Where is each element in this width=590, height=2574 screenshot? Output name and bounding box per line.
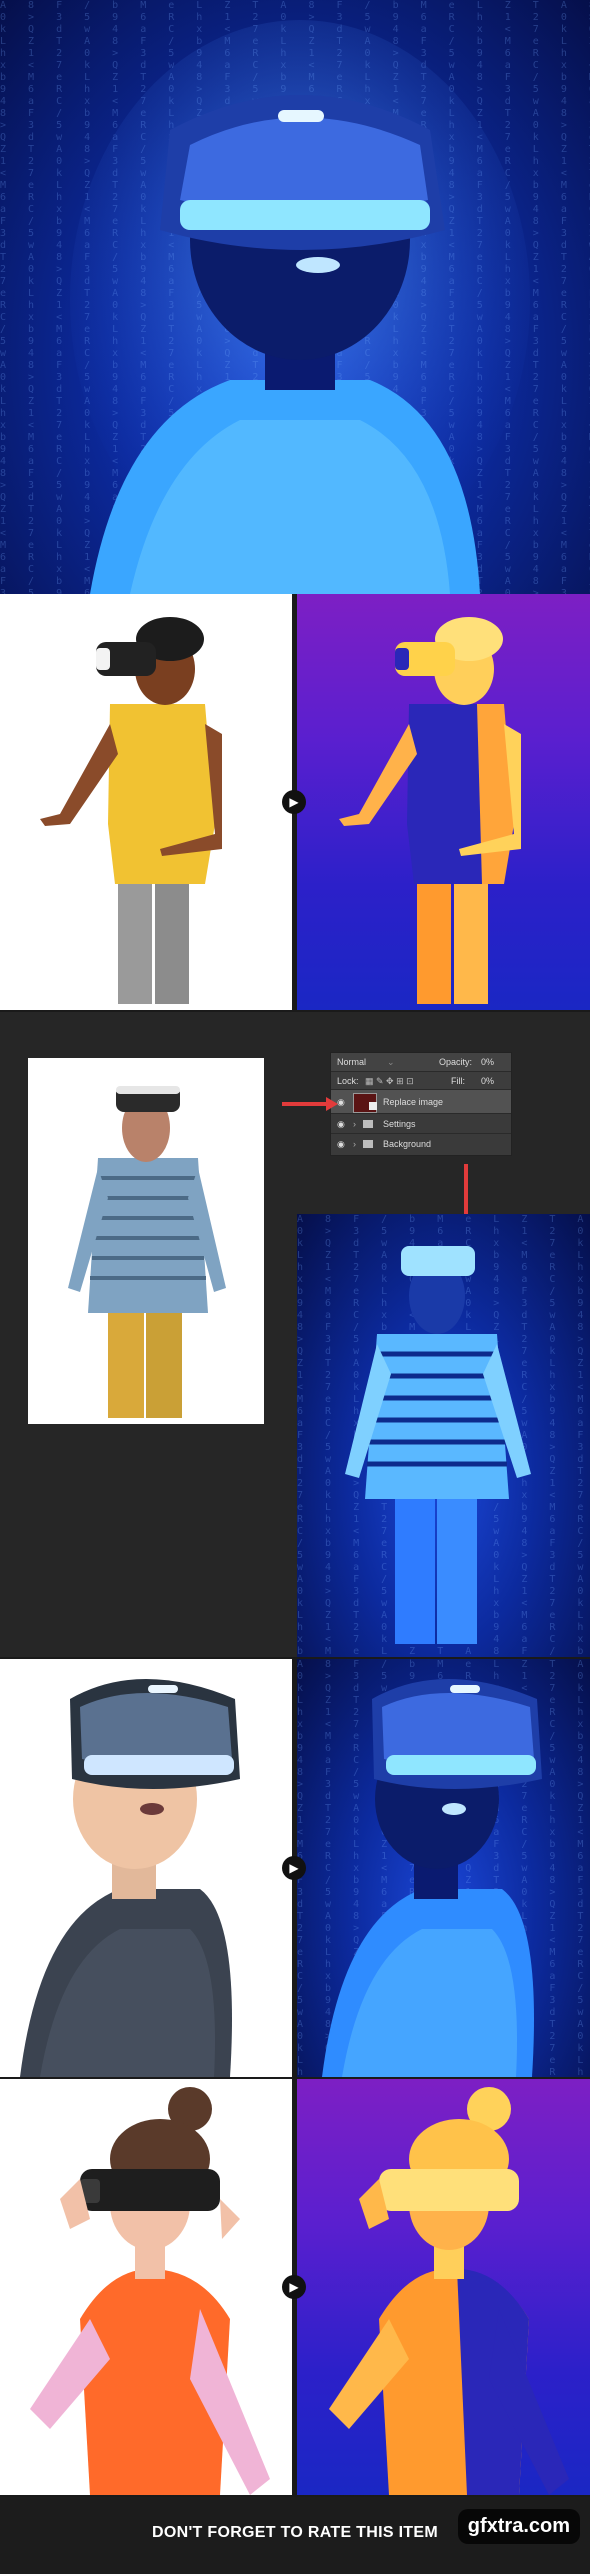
comparison-section-1: ▶ bbox=[0, 594, 590, 1010]
after-panel bbox=[297, 594, 590, 1010]
play-arrow-icon: ▶ bbox=[282, 2275, 306, 2299]
before-panel bbox=[0, 594, 292, 1010]
after-figure bbox=[329, 2087, 569, 2495]
eye-icon[interactable]: ◉ bbox=[337, 1114, 345, 1134]
comparison-section-2: A 8 F / b M e L Z T A 8 F / b M e L Z T … bbox=[0, 1659, 590, 2077]
eye-icon[interactable]: ◉ bbox=[337, 1134, 345, 1154]
watermark: gfxtra.com bbox=[457, 2509, 580, 2544]
blend-mode-select[interactable]: Normal bbox=[337, 1053, 366, 1071]
opacity-value[interactable]: 0% bbox=[481, 1053, 494, 1071]
source-figure bbox=[68, 1086, 226, 1418]
folder-icon bbox=[363, 1120, 373, 1128]
photoshop-section: Normal ⌄ Opacity: 0% Lock: ▦ ✎ ✥ ⊞ ⊡ Fil… bbox=[0, 1012, 590, 1657]
fill-label: Fill: bbox=[451, 1076, 465, 1086]
after-panel: A 8 F / b M e L Z T A 8 F / b M e L Z T … bbox=[297, 1659, 590, 2077]
after-panel bbox=[297, 2079, 590, 2495]
layers-panel: Normal ⌄ Opacity: 0% Lock: ▦ ✎ ✥ ⊞ ⊡ Fil… bbox=[330, 1052, 512, 1156]
layer-row[interactable]: ◉ › Settings bbox=[331, 1113, 511, 1134]
lock-row: Lock: ▦ ✎ ✥ ⊞ ⊡ Fill: 0% bbox=[331, 1071, 511, 1090]
lock-icons[interactable]: ▦ ✎ ✥ ⊞ ⊡ bbox=[365, 1072, 414, 1090]
eye-icon[interactable]: ◉ bbox=[337, 1090, 345, 1114]
layer-name: Replace image bbox=[383, 1097, 444, 1107]
before-panel bbox=[0, 1659, 292, 2077]
layers-toolbar: Normal ⌄ Opacity: 0% bbox=[331, 1053, 511, 1071]
comparison-section-3: ▶ bbox=[0, 2079, 590, 2495]
before-panel bbox=[0, 2079, 292, 2495]
hero-section: A 8 F / b M e L Z T A 8 F / b M e L Z T … bbox=[0, 0, 590, 594]
result-figure bbox=[345, 1246, 531, 1644]
layer-name: Settings bbox=[383, 1119, 416, 1129]
opacity-label: Opacity: bbox=[439, 1057, 473, 1067]
source-photo bbox=[28, 1058, 264, 1424]
after-figure bbox=[322, 1679, 542, 2077]
after-figure bbox=[339, 617, 521, 1004]
layer-row[interactable]: ◉ Replace image bbox=[331, 1089, 511, 1114]
play-arrow-icon: ▶ bbox=[282, 1856, 306, 1880]
layer-row[interactable]: ◉ › Background bbox=[331, 1133, 511, 1154]
folder-icon bbox=[363, 1140, 373, 1148]
result-panel: A 8 F / b M e L Z T A 8 F / b M e L Z T … bbox=[297, 1214, 590, 1657]
play-arrow-icon: ▶ bbox=[282, 790, 306, 814]
chevron-right-icon[interactable]: › bbox=[353, 1134, 356, 1154]
layer-name: Background bbox=[383, 1139, 432, 1149]
smart-object-icon bbox=[369, 1102, 377, 1110]
before-figure bbox=[30, 2087, 270, 2495]
lock-label: Lock: bbox=[337, 1076, 359, 1086]
chevron-right-icon[interactable]: › bbox=[353, 1114, 356, 1134]
before-figure bbox=[40, 617, 222, 1004]
fill-value[interactable]: 0% bbox=[481, 1072, 494, 1090]
hero-figure bbox=[70, 20, 530, 594]
footer: DON'T FORGET TO RATE THIS ITEM gfxtra.co… bbox=[0, 2497, 590, 2574]
before-figure bbox=[20, 1679, 240, 2077]
